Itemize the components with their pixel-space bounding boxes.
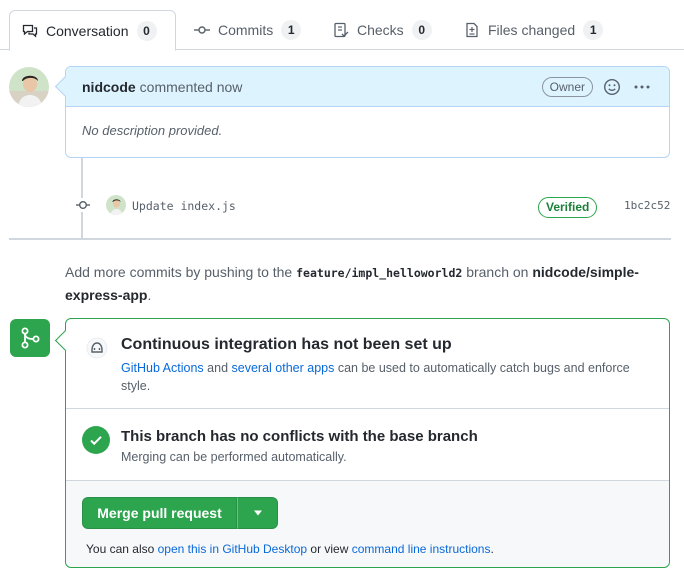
- kebab-horizontal-icon[interactable]: [633, 78, 651, 96]
- timeline-divider: [9, 238, 671, 240]
- avatar-image: [9, 67, 49, 107]
- comment-timestamp: commented now: [139, 78, 243, 95]
- check-circle-icon: [82, 426, 110, 454]
- tab-counter: 0: [411, 20, 432, 40]
- avatar[interactable]: [9, 67, 49, 107]
- comment-discussion-icon: [22, 24, 38, 38]
- push-info-prefix: Add more commits by pushing to the: [65, 264, 293, 280]
- checklist-icon: [334, 22, 349, 38]
- github-desktop-link[interactable]: open this in GitHub Desktop: [158, 542, 307, 556]
- tab-files-changed[interactable]: Files changed 1: [452, 10, 615, 50]
- avatar-image: [106, 195, 126, 215]
- push-info: Add more commits by pushing to the featu…: [65, 261, 665, 306]
- merge-pull-request-button[interactable]: Merge pull request: [82, 497, 237, 529]
- tab-label: Files changed: [488, 22, 576, 38]
- git-commit-icon: [76, 198, 90, 212]
- ci-and: and: [207, 361, 229, 375]
- tab-label: Commits: [218, 22, 274, 38]
- conflict-title: This branch has no conflicts with the ba…: [121, 428, 478, 445]
- verified-badge[interactable]: Verified: [538, 197, 598, 218]
- tab-label: Conversation: [46, 22, 129, 39]
- or-view: or view: [310, 542, 349, 556]
- merge-box: Continuous integration has not been set …: [65, 318, 670, 568]
- pr-tabs: Conversation 0 Commits 1 Checks 0 Files …: [0, 0, 684, 51]
- smiley-icon[interactable]: [603, 78, 621, 96]
- conflict-section: This branch has no conflicts with the ba…: [66, 409, 669, 481]
- merge-options-dropdown[interactable]: [237, 497, 278, 529]
- other-apps-link[interactable]: several other apps: [232, 361, 335, 375]
- github-actions-link[interactable]: GitHub Actions: [121, 361, 204, 375]
- file-diff-icon: [466, 22, 478, 38]
- ci-robot-icon: [86, 337, 108, 359]
- conflict-description: Merging can be performed automatically.: [121, 450, 347, 464]
- tab-commits[interactable]: Commits 1: [182, 10, 313, 50]
- tab-checks[interactable]: Checks 0: [321, 10, 444, 50]
- command-line-link[interactable]: command line instructions: [352, 542, 491, 556]
- push-info-middle: branch on: [466, 264, 529, 280]
- branch-name: feature/impl_helloworld2: [296, 266, 463, 280]
- commit-author-avatar[interactable]: [106, 195, 126, 215]
- push-info-suffix: .: [147, 287, 152, 303]
- triangle-down-icon: [253, 510, 262, 516]
- check-icon: [90, 436, 102, 446]
- comment-author[interactable]: nidcode: [82, 79, 136, 95]
- commit-message[interactable]: Update index.js: [132, 199, 236, 213]
- tab-label: Checks: [357, 22, 404, 38]
- comment-box: nidcode commented now Owner No descripti…: [65, 66, 670, 158]
- merge-action-section: Merge pull request You can also open thi…: [66, 481, 669, 567]
- comment-body: No description provided.: [82, 123, 223, 138]
- ci-title: Continuous integration has not been set …: [121, 336, 452, 353]
- branch-icon: [21, 327, 40, 349]
- ci-section: Continuous integration has not been set …: [66, 319, 669, 409]
- merge-alternatives: You can also open this in GitHub Desktop…: [86, 542, 494, 556]
- git-merge-icon: [10, 319, 50, 357]
- commit-sha[interactable]: 1bc2c52: [624, 199, 670, 212]
- ci-description: GitHub Actions and several other apps ca…: [121, 359, 661, 395]
- also-prefix: You can also: [86, 542, 155, 556]
- tab-conversation[interactable]: Conversation 0: [9, 10, 176, 51]
- comment-header: nidcode commented now Owner: [66, 67, 669, 107]
- also-suffix: .: [490, 542, 494, 556]
- owner-badge: Owner: [541, 77, 593, 97]
- tab-counter: 1: [583, 20, 604, 40]
- git-commit-icon: [194, 26, 210, 34]
- tab-counter: 0: [136, 20, 157, 41]
- tab-counter: 1: [281, 20, 302, 40]
- commit-row: Update index.js Verified 1bc2c52: [72, 192, 672, 220]
